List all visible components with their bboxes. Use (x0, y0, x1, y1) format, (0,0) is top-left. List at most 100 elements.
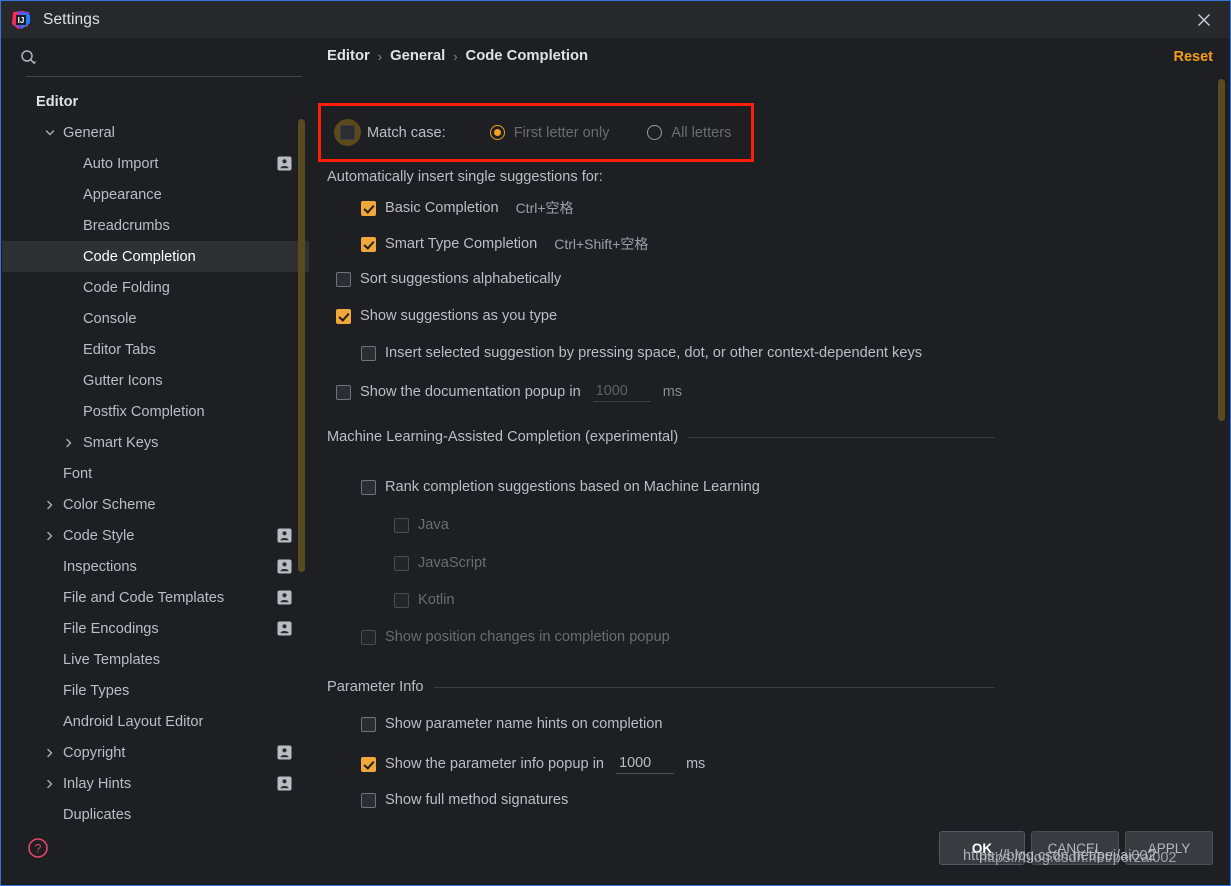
full-method-signatures-label[interactable]: Show full method signatures (385, 792, 568, 808)
sidebar-item-code-folding[interactable]: Code Folding (2, 272, 309, 303)
all-letters-radio[interactable] (647, 125, 663, 140)
basic-completion-label[interactable]: Basic Completion (385, 200, 499, 216)
ml-rank-row[interactable]: Rank completion suggestions based on Mac… (361, 479, 760, 495)
search-input[interactable] (45, 50, 291, 66)
doc-popup-checkbox[interactable] (336, 384, 351, 400)
chevron-down-icon[interactable] (43, 126, 57, 140)
sort-suggestions-row[interactable]: Sort suggestions alphabetically (336, 271, 561, 287)
doc-popup-delay-input[interactable] (592, 382, 651, 402)
ml-java-row[interactable]: Java (394, 517, 449, 533)
breadcrumb-item-general[interactable]: General (390, 48, 445, 64)
smart-type-completion-row[interactable]: Smart Type Completion Ctrl+Shift+空格 (361, 234, 648, 254)
sidebar-scrollbar-thumb[interactable] (298, 119, 305, 572)
sidebar-item-file-types[interactable]: File Types (2, 675, 309, 706)
settings-dialog: IJ Settings Editor General Auto Import Appe… (0, 0, 1231, 886)
sidebar-item-android-layout-editor[interactable]: Android Layout Editor (2, 706, 309, 737)
ml-rank-label[interactable]: Rank completion suggestions based on Mac… (385, 479, 760, 495)
param-name-hints-label[interactable]: Show parameter name hints on completion (385, 716, 662, 732)
ml-javascript-checkbox[interactable] (394, 555, 409, 571)
sidebar-item-code-style[interactable]: Code Style (2, 520, 309, 551)
sidebar-item-label: File and Code Templates (63, 589, 225, 606)
match-case-label[interactable]: Match case: (367, 125, 446, 141)
insert-selected-suggestion-label[interactable]: Insert selected suggestion by pressing s… (385, 345, 922, 361)
sidebar-item-file-and-code-templates[interactable]: File and Code Templates (2, 582, 309, 613)
insert-selected-suggestion-checkbox[interactable] (361, 345, 376, 361)
apply-button[interactable]: APPLY (1125, 831, 1213, 865)
sidebar-item-live-templates[interactable]: Live Templates (2, 644, 309, 675)
show-suggestions-label[interactable]: Show suggestions as you type (360, 308, 557, 324)
match-case-checkbox[interactable] (334, 119, 361, 146)
first-letter-only-radio[interactable] (489, 125, 505, 140)
window-title: Settings (43, 10, 100, 28)
sidebar-item-inspections[interactable]: Inspections (2, 551, 309, 582)
sidebar-item-color-scheme[interactable]: Color Scheme (2, 489, 309, 520)
sidebar-item-appearance[interactable]: Appearance (2, 179, 309, 210)
ok-button[interactable]: OK (939, 831, 1025, 865)
doc-popup-label[interactable]: Show the documentation popup in (360, 384, 581, 400)
sidebar-item-copyright[interactable]: Copyright (2, 737, 309, 768)
sidebar-item-code-completion[interactable]: Code Completion (2, 241, 309, 272)
project-scope-badge-icon (277, 528, 292, 543)
param-info-popup-label[interactable]: Show the parameter info popup in (385, 756, 604, 772)
basic-completion-shortcut: Ctrl+空格 (515, 200, 574, 216)
sidebar-item-editor[interactable]: Editor (2, 86, 309, 117)
reset-link[interactable]: Reset (1174, 49, 1214, 65)
param-name-hints-row[interactable]: Show parameter name hints on completion (361, 716, 662, 732)
ml-kotlin-checkbox[interactable] (394, 592, 409, 608)
basic-completion-checkbox[interactable] (361, 200, 376, 216)
chevron-right-icon[interactable] (62, 436, 76, 450)
sidebar-item-file-encodings[interactable]: File Encodings (2, 613, 309, 644)
sidebar-item-smart-keys[interactable]: Smart Keys (2, 427, 309, 458)
sidebar-item-label: Appearance (83, 186, 162, 203)
param-name-hints-checkbox[interactable] (361, 716, 376, 732)
auto-insert-heading: Automatically insert single suggestions … (327, 169, 603, 185)
sidebar-item-font[interactable]: Font (2, 458, 309, 489)
breadcrumb-separator-icon: › (453, 48, 458, 64)
sidebar-scrollbar[interactable] (298, 119, 305, 572)
basic-completion-row[interactable]: Basic Completion Ctrl+空格 (361, 198, 574, 218)
project-scope-badge-icon (277, 745, 292, 760)
search-icon[interactable] (19, 48, 39, 68)
cancel-button[interactable]: CANCEL (1031, 831, 1119, 865)
doc-popup-row[interactable]: Show the documentation popup in ms (336, 382, 682, 402)
sidebar-item-editor-tabs[interactable]: Editor Tabs (2, 334, 309, 365)
sidebar-item-postfix-completion[interactable]: Postfix Completion (2, 396, 309, 427)
param-info-popup-checkbox[interactable] (361, 756, 376, 772)
main-scrollbar[interactable] (1218, 79, 1225, 421)
chevron-right-icon[interactable] (43, 498, 57, 512)
sidebar-item-label: Duplicates (63, 806, 132, 823)
breadcrumb-item-editor[interactable]: Editor (327, 48, 370, 64)
param-info-delay-input[interactable] (616, 754, 675, 774)
sort-suggestions-label[interactable]: Sort suggestions alphabetically (360, 271, 561, 287)
chevron-right-icon[interactable] (43, 746, 57, 760)
match-case-first-letter-option[interactable]: First letter only (489, 125, 609, 141)
main-scrollbar-thumb[interactable] (1218, 79, 1225, 421)
sort-suggestions-checkbox[interactable] (336, 271, 351, 287)
insert-selected-suggestion-row[interactable]: Insert selected suggestion by pressing s… (361, 345, 922, 361)
ml-position-changes-row[interactable]: Show position changes in completion popu… (361, 629, 670, 645)
close-icon[interactable] (1178, 1, 1230, 38)
sidebar-item-inlay-hints[interactable]: Inlay Hints (2, 768, 309, 799)
ml-javascript-row[interactable]: JavaScript (394, 555, 486, 571)
show-suggestions-checkbox[interactable] (336, 308, 351, 324)
param-info-popup-row[interactable]: Show the parameter info popup in ms (361, 754, 705, 774)
match-case-all-letters-option[interactable]: All letters (647, 125, 731, 141)
ml-position-changes-checkbox[interactable] (361, 629, 376, 645)
ml-java-checkbox[interactable] (394, 517, 409, 533)
ml-kotlin-row[interactable]: Kotlin (394, 592, 455, 608)
chevron-right-icon[interactable] (43, 777, 57, 791)
show-suggestions-row[interactable]: Show suggestions as you type (336, 308, 557, 324)
smart-type-completion-label[interactable]: Smart Type Completion (385, 236, 537, 252)
ml-rank-checkbox[interactable] (361, 479, 376, 495)
full-method-signatures-checkbox[interactable] (361, 792, 376, 808)
smart-type-completion-checkbox[interactable] (361, 236, 376, 252)
sidebar-item-label: Code Folding (83, 279, 170, 296)
help-question-icon[interactable]: ? (27, 837, 49, 859)
sidebar-item-auto-import[interactable]: Auto Import (2, 148, 309, 179)
sidebar-item-gutter-icons[interactable]: Gutter Icons (2, 365, 309, 396)
chevron-right-icon[interactable] (43, 529, 57, 543)
sidebar-item-console[interactable]: Console (2, 303, 309, 334)
sidebar-item-breadcrumbs[interactable]: Breadcrumbs (2, 210, 309, 241)
sidebar-item-general[interactable]: General (2, 117, 309, 148)
full-method-signatures-row[interactable]: Show full method signatures (361, 792, 568, 808)
